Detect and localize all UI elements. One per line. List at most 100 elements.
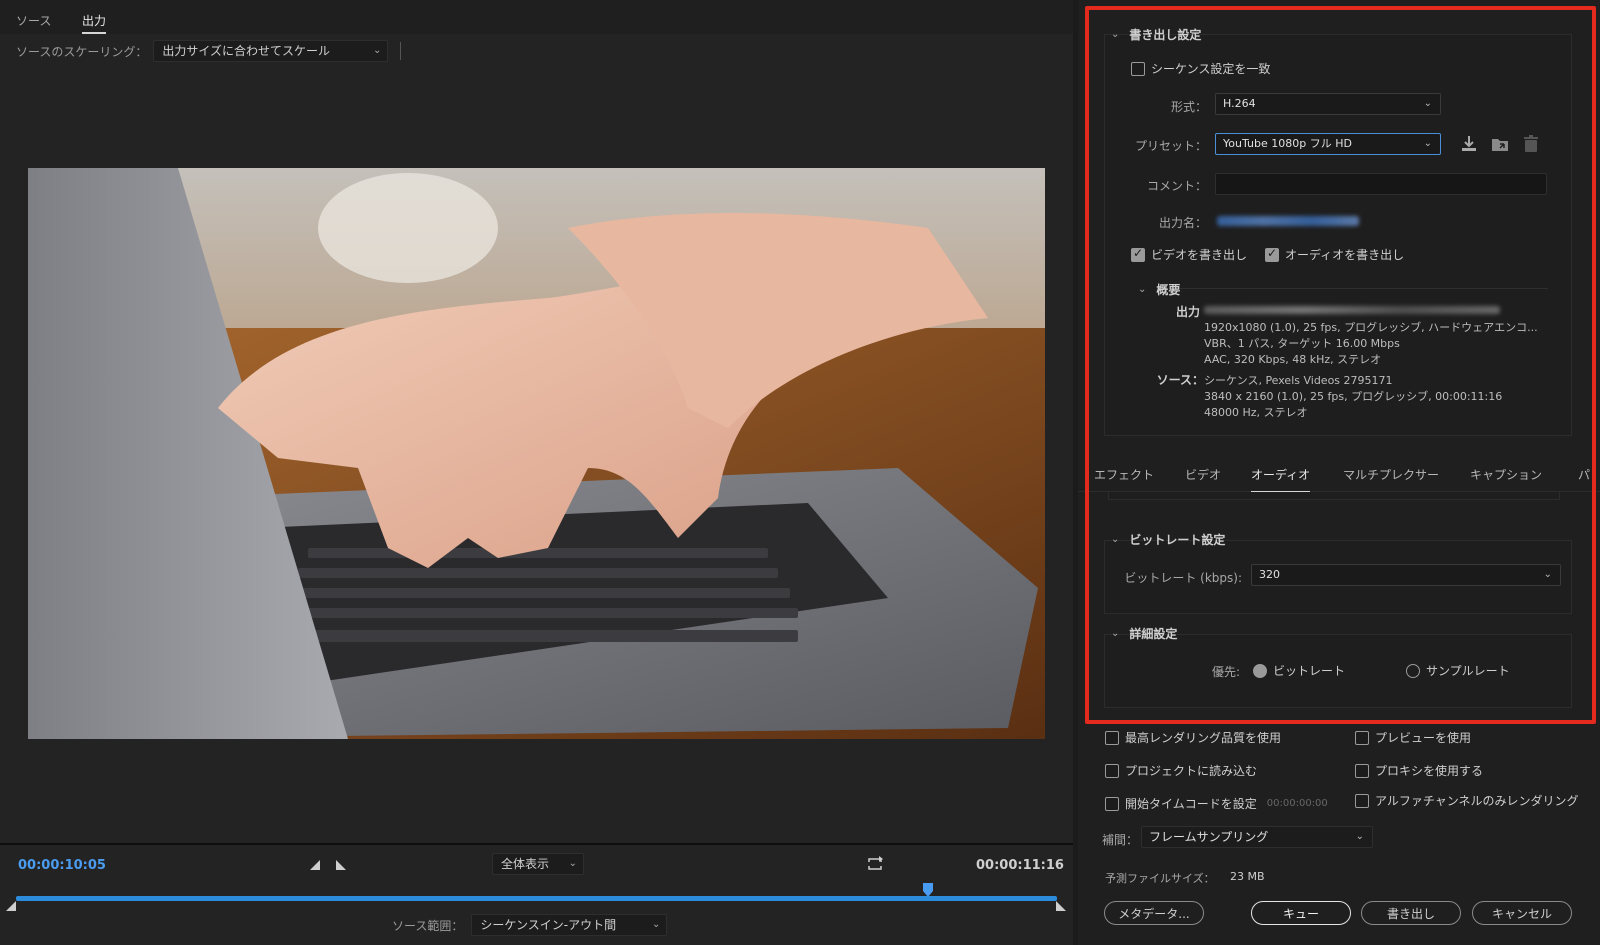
output-preview-panel: ソース 出力 ソースのスケーリング： 出力サイズに合わせてスケール ⌄ 00:0…	[0, 0, 1073, 945]
duration-timecode: 00:00:11:16	[976, 858, 1064, 873]
tab-audio[interactable]: オーディオ	[1251, 466, 1311, 493]
export-audio-label: オーディオを書き出し	[1285, 248, 1405, 262]
queue-button[interactable]: キュー	[1251, 901, 1351, 925]
export-settings-header[interactable]: ⌄ 書き出し設定	[1111, 26, 1201, 43]
format-value: H.264	[1223, 97, 1256, 110]
current-timecode[interactable]: 00:00:10:05	[18, 858, 106, 873]
priority-samplerate-radio[interactable]	[1406, 663, 1420, 678]
export-audio-checkbox[interactable]	[1265, 246, 1279, 262]
cancel-button[interactable]: キャンセル	[1472, 901, 1572, 925]
export-audio-checkbox-row[interactable]: オーディオを書き出し	[1265, 246, 1404, 263]
chevron-down-icon: ⌄	[1423, 98, 1432, 109]
source-line-2: 3840 x 2160 (1.0), 25 fps, プログレッシブ, 00:0…	[1204, 390, 1503, 403]
source-range-dropdown[interactable]: シーケンスイン-アウト間 ⌄	[471, 914, 668, 936]
interpolation-label: 補間：	[1101, 833, 1138, 847]
priority-bitrate-radio[interactable]	[1253, 663, 1267, 678]
summary-title: 概要	[1156, 283, 1181, 297]
chevron-down-icon: ⌄	[1543, 569, 1552, 580]
max-quality-option[interactable]: 最高レンダリング品質を使用	[1105, 729, 1281, 746]
import-project-option[interactable]: プロジェクトに読み込む	[1105, 762, 1257, 779]
loop-icon[interactable]	[866, 856, 884, 872]
advanced-title: 詳細設定	[1129, 627, 1178, 641]
priority-samplerate-label: サンプルレート	[1426, 664, 1510, 678]
chevron-down-icon: ⌄	[1111, 628, 1120, 639]
format-dropdown[interactable]: H.264 ⌄	[1215, 93, 1441, 115]
match-sequence-checkbox-row[interactable]: シーケンス設定を一致	[1131, 60, 1270, 77]
source-range-label: ソース範囲：	[392, 918, 464, 933]
video-frame-image	[28, 168, 1045, 739]
alpha-only-checkbox[interactable]	[1355, 793, 1369, 808]
tab-captions[interactable]: キャプション	[1470, 466, 1542, 483]
priority-bitrate-label: ビットレート	[1273, 664, 1346, 678]
source-scaling-dropdown[interactable]: 出力サイズに合わせてスケール ⌄	[153, 40, 389, 62]
priority-bitrate-option[interactable]: ビットレート	[1253, 662, 1345, 679]
chevron-down-icon: ⌄	[652, 919, 661, 930]
bitrate-value: 320	[1259, 568, 1280, 581]
bitrate-title: ビットレート設定	[1129, 533, 1226, 547]
advanced-header[interactable]: ⌄ 詳細設定	[1111, 625, 1177, 642]
max-quality-checkbox[interactable]	[1105, 730, 1119, 745]
export-video-checkbox[interactable]	[1131, 246, 1145, 262]
summary-output-key: 出力	[1175, 305, 1200, 319]
use-preview-option[interactable]: プレビューを使用	[1355, 729, 1471, 746]
match-sequence-checkbox[interactable]	[1131, 61, 1145, 76]
metadata-button[interactable]: メタデータ...	[1104, 901, 1204, 925]
summary-divider	[1180, 288, 1548, 289]
tab-more[interactable]: パ	[1578, 466, 1590, 483]
use-proxy-option[interactable]: プロキシを使用する	[1355, 762, 1483, 779]
export-video-checkbox-row[interactable]: ビデオを書き出し	[1131, 246, 1247, 263]
match-sequence-label: シーケンス設定を一致	[1151, 62, 1271, 76]
alpha-only-option[interactable]: アルファチャンネルのみレンダリング	[1355, 792, 1579, 809]
chevron-down-icon: ⌄	[1111, 29, 1120, 40]
use-preview-label: プレビューを使用	[1375, 731, 1472, 745]
summary-source-key: ソース：	[1156, 373, 1204, 387]
output-line-2: VBR、1 パス, ターゲット 16.00 Mbps	[1204, 337, 1400, 350]
output-path	[1204, 306, 1500, 314]
source-scaling-row: ソースのスケーリング： 出力サイズに合わせてスケール ⌄	[16, 40, 402, 62]
source-scaling-value: 出力サイズに合わせてスケール	[162, 44, 331, 58]
bitrate-header[interactable]: ⌄ ビットレート設定	[1111, 531, 1225, 548]
summary-header[interactable]: ⌄ 概要	[1138, 281, 1180, 298]
save-preset-icon[interactable]	[1459, 134, 1479, 154]
chevron-down-icon: ⌄	[568, 858, 577, 869]
priority-samplerate-option[interactable]: サンプルレート	[1406, 662, 1510, 679]
tab-video[interactable]: ビデオ	[1185, 466, 1221, 483]
tab-effects[interactable]: エフェクト	[1094, 466, 1154, 483]
tab-source[interactable]: ソース	[16, 12, 51, 29]
comment-input[interactable]	[1215, 173, 1547, 195]
chevron-down-icon: ⌄	[1355, 831, 1364, 842]
use-proxy-checkbox[interactable]	[1355, 763, 1369, 778]
output-name-label: 出力名：	[1158, 216, 1207, 230]
preset-label: プリセット：	[1134, 139, 1207, 153]
tab-output[interactable]: 出力	[82, 12, 107, 34]
output-line-1: 1920x1080 (1.0), 25 fps, プログレッシブ, ハードウェア…	[1204, 321, 1538, 334]
use-preview-checkbox[interactable]	[1355, 730, 1369, 745]
bitrate-dropdown[interactable]: 320 ⌄	[1251, 564, 1561, 586]
source-line-3: 48000 Hz, ステレオ	[1204, 406, 1308, 419]
mark-out-icon[interactable]	[334, 858, 348, 872]
range-start-handle[interactable]	[6, 901, 16, 911]
timeline-track[interactable]	[16, 896, 1057, 901]
bitrate-label: ビットレート (kbps):	[1124, 571, 1242, 585]
start-timecode-checkbox[interactable]	[1105, 796, 1119, 811]
delete-preset-icon[interactable]	[1521, 134, 1541, 154]
start-timecode-value: 00:00:00:00	[1266, 798, 1328, 809]
output-name-link[interactable]	[1217, 216, 1359, 226]
source-scaling-label: ソースのスケーリング：	[16, 44, 148, 59]
fit-dropdown[interactable]: 全体表示 ⌄	[492, 853, 584, 875]
previous-section-stub	[1108, 492, 1560, 500]
export-button[interactable]: 書き出し	[1361, 901, 1461, 925]
comment-label: コメント：	[1146, 179, 1207, 193]
preset-dropdown[interactable]: YouTube 1080p フル HD ⌄	[1215, 133, 1441, 155]
import-project-checkbox[interactable]	[1105, 763, 1119, 778]
range-end-handle[interactable]	[1056, 901, 1066, 911]
fit-value: 全体表示	[501, 857, 550, 871]
import-preset-icon[interactable]	[1490, 134, 1510, 154]
interpolation-dropdown[interactable]: フレームサンプリング ⌄	[1141, 826, 1373, 848]
filesize-label: 予測ファイルサイズ：	[1105, 872, 1215, 885]
chevron-down-icon: ⌄	[373, 45, 382, 56]
mark-in-icon[interactable]	[308, 858, 322, 872]
playhead-icon[interactable]	[922, 882, 934, 898]
tab-multiplexer[interactable]: マルチプレクサー	[1343, 466, 1439, 483]
start-timecode-option[interactable]: 開始タイムコードを設定 00:00:00:00	[1105, 795, 1328, 812]
